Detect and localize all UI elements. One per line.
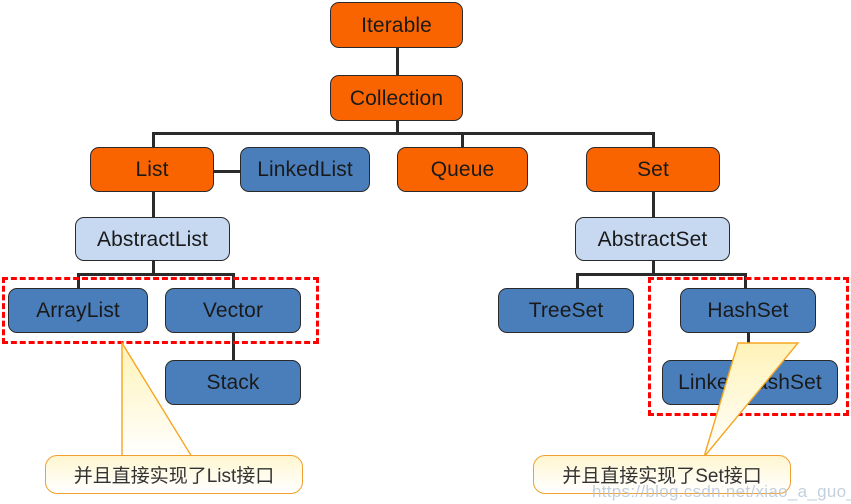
node-treeset[interactable]: TreeSet: [498, 288, 634, 333]
node-linkedlist[interactable]: LinkedList: [240, 147, 370, 192]
node-set[interactable]: Set: [586, 147, 720, 192]
highlight-box-list-impls: [2, 277, 319, 344]
callout-left-text: 并且直接实现了List接口: [73, 466, 275, 487]
edge-bus-to-queue: [461, 132, 464, 147]
edge-iterable-collection: [396, 47, 399, 75]
diagram-canvas: Iterable Collection List LinkedList Queu…: [0, 0, 851, 504]
node-iterable[interactable]: Iterable: [330, 2, 463, 48]
edge-bus-to-list: [152, 132, 155, 147]
node-stack-label: Stack: [206, 371, 260, 394]
node-collection[interactable]: Collection: [330, 75, 463, 121]
callout-left: 并且直接实现了List接口: [45, 455, 303, 494]
node-linkedlist-label: LinkedList: [257, 158, 353, 181]
node-collection-label: Collection: [349, 86, 444, 110]
node-treeset-label: TreeSet: [528, 299, 604, 322]
node-list-label: List: [135, 158, 169, 181]
node-queue[interactable]: Queue: [397, 147, 528, 192]
edge-list-abstractlist: [152, 191, 155, 218]
callout-pointer-right: [703, 342, 800, 458]
edge-collection-bus: [152, 132, 655, 135]
node-queue-label: Queue: [430, 158, 495, 181]
node-set-label: Set: [637, 158, 669, 181]
edge-bus-to-set: [652, 132, 655, 147]
edge-bus-to-treeset: [576, 273, 579, 289]
node-abstractset[interactable]: AbstractSet: [575, 217, 730, 261]
node-abstractset-label: AbstractSet: [597, 227, 708, 251]
node-list[interactable]: List: [90, 147, 214, 192]
node-abstractlist-label: AbstractList: [97, 227, 208, 251]
edge-abstractlist-bus: [77, 273, 235, 276]
node-abstractlist[interactable]: AbstractList: [75, 217, 230, 261]
node-iterable-label: Iterable: [361, 13, 432, 37]
callout-pointer-left: [121, 340, 194, 458]
watermark: https://blog.csdn.net/xiao_a_guo_ya: [592, 482, 851, 501]
edge-list-linkedlist: [213, 170, 241, 173]
edge-abstractset-bus: [576, 273, 747, 276]
edge-set-abstractset: [652, 191, 655, 218]
